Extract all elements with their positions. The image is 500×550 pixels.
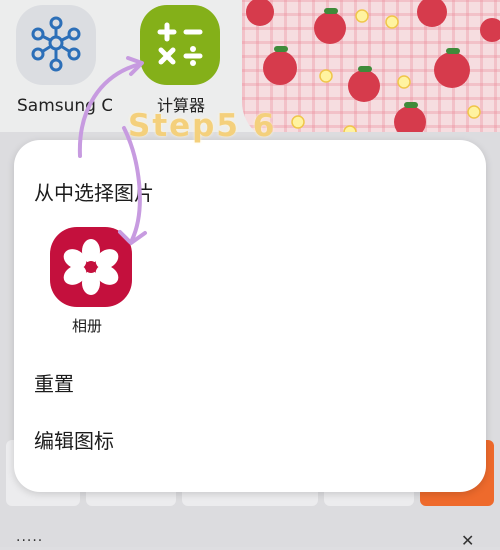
calculator-icon [157,22,203,66]
close-icon[interactable]: ✕ [461,531,474,550]
samsung-connect-icon [31,16,81,72]
step-annotation: Step5 6 [128,108,277,144]
gallery-app-option[interactable] [50,227,132,307]
reset-option[interactable]: 重置 [34,368,74,397]
strawberry-pattern [246,0,500,139]
edit-icon-option[interactable]: 编辑图标 [34,425,114,454]
calculator-app[interactable] [140,5,220,85]
gallery-label: 相册 [72,317,103,335]
icon-options-popup: 从中选择图片 相册 重置 编辑图标 [14,140,486,492]
pick-image-option[interactable]: 从中选择图片 [34,177,154,206]
gallery-flower-icon [63,239,119,295]
samsung-connect-label: Samsung Connect [17,96,112,116]
strawberry-wallpaper [242,0,500,142]
samsung-connect-app[interactable] [16,5,96,85]
